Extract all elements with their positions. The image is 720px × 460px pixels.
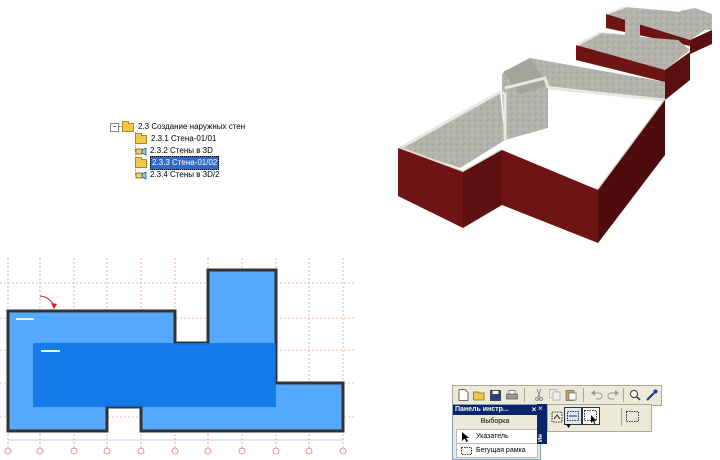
new-document-button[interactable] [456, 388, 471, 402]
cut-button[interactable] [531, 388, 546, 402]
tree-item-label: 2.3 Создание наружных стен [138, 122, 246, 131]
toolbar-separator [524, 388, 525, 402]
floor-plan-view [0, 258, 355, 455]
print-button[interactable] [504, 388, 519, 402]
paste-icon [565, 390, 576, 401]
folder-icon [135, 156, 147, 168]
tree-item-label: 2.3.4 Стены в 3D/2 [150, 170, 220, 179]
plan-rotation-arrow-head [51, 303, 57, 309]
docked-toolbar-titlebar[interactable]: × Ин [537, 404, 547, 444]
save-button[interactable] [488, 388, 503, 402]
palette-title: Панель инстр... [455, 406, 509, 413]
marquee-all-floors-icon [584, 410, 597, 424]
print-icon [505, 389, 518, 399]
folder-icon [135, 132, 147, 144]
tree-item-wall-01-01[interactable]: 2.3.1 Стена-01/01 [135, 132, 217, 145]
copy-icon [548, 389, 560, 401]
copy-button[interactable] [547, 388, 562, 402]
open-folder-icon [473, 391, 485, 400]
flyout-arrow-icon [566, 424, 571, 428]
save-icon [490, 389, 501, 401]
docked-toolbar-close-button[interactable]: × [538, 404, 543, 413]
find-button[interactable] [628, 388, 643, 402]
marquee-options-separator [621, 408, 622, 426]
marquee-tool-button[interactable]: Бегущая рамка [456, 443, 538, 458]
docked-toolbar-title: Ин [538, 434, 544, 442]
folder-open-icon [122, 120, 134, 132]
marquee-shape-icon[interactable] [626, 411, 639, 422]
3d-walls-view [398, 6, 712, 243]
tree-item-root[interactable]: 2.3 Создание наружных стен [122, 120, 246, 133]
eyedropper-icon [645, 389, 657, 401]
tree-item-label: 2.3.1 Стена-01/01 [151, 134, 217, 143]
new-document-icon [458, 389, 469, 401]
tree-item-walls-3d-2[interactable]: 2.3.4 Стены в 3D/2 [135, 169, 221, 181]
pointer-tool-button[interactable]: Указатель [456, 429, 538, 444]
marquee-single-floor-icon [567, 411, 579, 421]
marquee-single-floor-button[interactable] [564, 407, 582, 425]
arrow-pointer-icon [460, 431, 472, 442]
eyedropper-button[interactable] [644, 388, 659, 402]
toolbar-separator [583, 388, 584, 402]
paste-button[interactable] [563, 388, 578, 402]
tree-collapse-toggle[interactable]: − [110, 123, 119, 132]
plan-selection-zone [33, 343, 276, 407]
marquee-tool-label: Бегущая рамка [476, 447, 526, 454]
marquee-all-floors-button[interactable] [582, 407, 600, 425]
cut-icon [534, 389, 543, 401]
tree-item-label-selected: 2.3.3 Стена-01/02 [150, 156, 220, 170]
marquee-rotate-icon[interactable] [551, 411, 563, 423]
palette-group-label: Выборка [480, 418, 510, 425]
undo-icon [590, 390, 602, 400]
redo-icon [607, 390, 619, 400]
toolbar-separator [623, 388, 624, 402]
standard-toolbar [452, 385, 662, 406]
plan-grid-markers [4, 447, 347, 455]
3d-view-icon [135, 146, 147, 156]
tool-palette: Панель инстр... × Выборка Указатель Бегу… [452, 404, 541, 460]
3d-view-icon [135, 170, 147, 180]
undo-button[interactable] [589, 388, 604, 402]
open-button[interactable] [472, 388, 487, 402]
redo-button[interactable] [605, 388, 620, 402]
3d-wall-group-near [398, 58, 667, 243]
pointer-tool-label: Указатель [476, 433, 509, 440]
palette-titlebar[interactable]: Панель инстр... × [453, 405, 540, 415]
find-icon [630, 390, 641, 401]
marquee-options-panel [547, 404, 652, 432]
marquee-icon [460, 446, 472, 456]
tree-item-wall-01-02[interactable]: 2.3.3 Стена-01/02 [135, 156, 220, 170]
